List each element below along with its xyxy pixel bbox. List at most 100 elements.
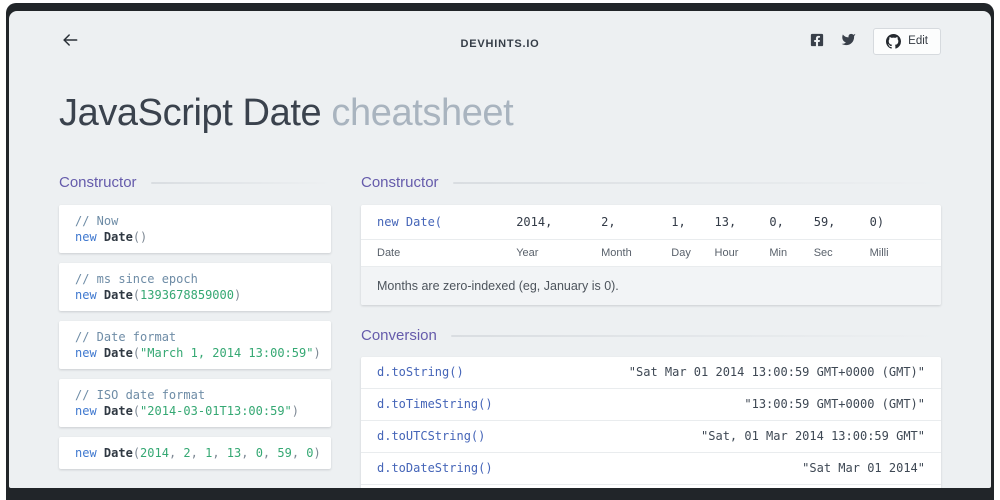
constructor-code-row: new Date( 2014, 2, 1, 13, 0, 59, 0) — [361, 205, 941, 239]
conversion-row: d.toDateString() "Sat Mar 01 2014" — [361, 452, 941, 484]
constructor-label-cell: Hour — [714, 247, 739, 259]
section-heading-conversion: Conversion — [361, 328, 941, 344]
back-arrow-icon — [59, 30, 81, 53]
code-segment: ( — [132, 446, 141, 460]
code-segment: Date — [103, 288, 133, 302]
constructor-label-cell: Month — [601, 247, 632, 259]
code-segment: Date — [103, 346, 133, 360]
edit-button-label: Edit — [908, 35, 928, 47]
constructor-code-cell: 1, — [671, 215, 686, 229]
constructor-label-cell: Date — [377, 247, 401, 259]
code-comment: // Now — [75, 214, 119, 228]
page-title-main: JavaScript Date — [59, 92, 322, 134]
section-rule — [450, 335, 941, 337]
code-segment: "2014-03-01T13:00:59" — [140, 404, 292, 418]
conversion-result: "Sat Mar 01 2014" — [802, 461, 925, 475]
code-segment: ) — [313, 446, 321, 460]
code-segment: 2 — [183, 446, 191, 460]
code-comment: // Date format — [75, 330, 177, 344]
left-column: Constructor // Now new Date()// ms since … — [59, 175, 331, 479]
github-icon — [886, 33, 902, 49]
code-segment: new — [75, 446, 104, 460]
constructor-code-cell: 0, — [769, 215, 784, 229]
code-segment: , — [262, 446, 278, 460]
page-title-suffix: cheatsheet — [331, 92, 514, 134]
code-segment: 1393678859000 — [140, 288, 234, 302]
code-line: new Date("2014-03-01T13:00:59") — [75, 403, 315, 419]
conversion-result: "Sat, 01 Mar 2014 13:00:59 GMT" — [701, 429, 925, 443]
conversion-code: d.toDateString() — [377, 461, 493, 475]
content-columns: Constructor // Now new Date()// ms since … — [9, 175, 991, 488]
code-line: new Date("March 1, 2014 13:00:59") — [75, 345, 321, 361]
code-segment: Date — [103, 230, 133, 244]
constructor-label-cell: Min — [769, 247, 788, 259]
code-segment: , — [291, 446, 307, 460]
constructor-label-cell: Year — [516, 247, 539, 259]
right-column: Constructor new Date( 2014, 2, 1, 13, 0, 59, 0)… — [361, 175, 941, 488]
code-segment: Date — [103, 404, 133, 418]
code-card: // Now new Date() — [59, 205, 331, 253]
conversion-code: d.toString() — [377, 365, 464, 379]
constructor-code-cell: 0) — [869, 215, 885, 229]
twitter-icon — [840, 32, 857, 50]
constructor-note: Months are zero-indexed (eg, January is … — [361, 266, 941, 305]
facebook-share-button[interactable] — [810, 33, 824, 50]
code-segment: ) — [233, 288, 242, 302]
header-actions: Edit — [794, 27, 941, 55]
brand-link[interactable]: DEVHINTS.IO — [460, 38, 539, 50]
conversion-row: d.toISOString()"2014-03-01T13:00:59.000Z… — [361, 484, 941, 488]
conversion-code: d.toUTCString() — [377, 429, 486, 443]
page: DEVHINTS.IO Edit JavaScript Date cheatsh… — [9, 11, 991, 488]
constructor-label-cell: Milli — [869, 247, 889, 259]
code-line: new Date(1393678859000) — [75, 287, 315, 303]
code-segment: new — [75, 230, 104, 244]
constructor-code-cell: new Date( — [377, 215, 443, 229]
code-segment: , — [212, 446, 227, 460]
section-heading-constructor-right: Constructor — [361, 175, 941, 191]
conversion-code: d.toTimeString() — [377, 397, 493, 411]
conversion-row: d.toString() "Sat Mar 01 2014 13:00:59 GM… — [361, 357, 941, 388]
code-segment: Date — [103, 446, 133, 460]
code-segment: new — [75, 404, 104, 418]
section-title: Constructor — [59, 174, 137, 191]
section-heading-constructor-left: Constructor — [59, 175, 331, 191]
code-card: // ms since epoch new Date(1393678859000) — [59, 263, 331, 311]
code-segment: , — [241, 446, 256, 460]
code-segment: ( — [132, 404, 141, 418]
conversion-result: "13:00:59 GMT+0000 (GMT)" — [744, 397, 925, 411]
constructor-label-row: Date Year Month Day Hour Min Sec Milli — [361, 239, 941, 266]
constructor-code-cell: 2014, — [516, 215, 553, 229]
conversion-row: d.toTimeString() "13:00:59 GMT+0000 (GMT)… — [361, 388, 941, 420]
twitter-share-button[interactable] — [840, 32, 857, 50]
code-segment: 13 — [226, 446, 242, 460]
code-segment: 0 — [306, 446, 314, 460]
code-line: new Date(2014, 2, 1, 13, 0, 59, 0) — [75, 445, 321, 461]
code-segment: ( — [132, 346, 141, 360]
code-segment: ) — [291, 404, 299, 418]
top-nav: DEVHINTS.IO Edit — [9, 11, 991, 57]
code-segment: , — [168, 446, 184, 460]
page-title: JavaScript Date cheatsheet — [59, 91, 941, 135]
constructor-label-cell: Sec — [813, 247, 833, 259]
constructor-table-card: new Date( 2014, 2, 1, 13, 0, 59, 0) Date Year Mon… — [361, 205, 941, 305]
section-rule — [150, 182, 331, 184]
code-line: new Date() — [75, 229, 315, 245]
code-segment: 59 — [277, 446, 292, 460]
edit-button[interactable]: Edit — [873, 27, 941, 55]
code-card: // ISO date format new Date("2014-03-01T1… — [59, 379, 331, 427]
window-frame: DEVHINTS.IO Edit JavaScript Date cheatsh… — [6, 3, 994, 500]
constructor-cards: // Now new Date()// ms since epoch new Dat… — [59, 205, 331, 469]
constructor-code-cell: 59, — [813, 215, 836, 229]
conversion-table-card: d.toString() "Sat Mar 01 2014 13:00:59 GM… — [361, 357, 941, 488]
code-card: new Date(2014, 2, 1, 13, 0, 59, 0) — [59, 437, 331, 469]
constructor-code-cell: 13, — [714, 215, 737, 229]
section-title: Constructor — [361, 174, 439, 191]
code-comment: // ms since epoch — [75, 272, 198, 286]
constructor-code-cell: 2, — [601, 215, 616, 229]
section-title: Conversion — [361, 327, 437, 344]
back-button[interactable] — [59, 29, 85, 53]
code-comment: // ISO date format — [75, 388, 206, 402]
code-segment: () — [132, 230, 148, 244]
code-segment: 0 — [255, 446, 263, 460]
code-segment: "March 1, 2014 13:00:59" — [140, 346, 314, 360]
